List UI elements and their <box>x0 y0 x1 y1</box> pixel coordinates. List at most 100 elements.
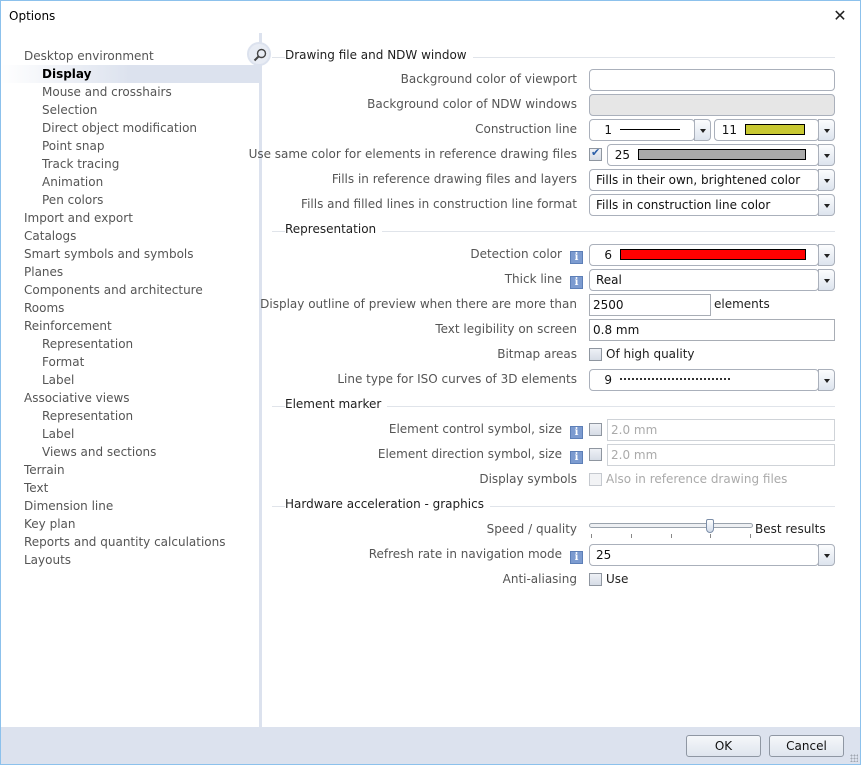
row-detection-color: Detection color i 6 <box>262 244 860 266</box>
same-color-dropdown[interactable]: 25 <box>607 144 835 166</box>
ok-button[interactable]: OK <box>686 735 761 757</box>
control-symbol-size-input[interactable]: 2.0 mm <box>607 419 835 441</box>
info-icon[interactable]: i <box>570 276 583 289</box>
sidebar-item[interactable]: Label <box>1 371 259 389</box>
resize-grip[interactable] <box>850 754 858 762</box>
chevron-down-icon[interactable] <box>818 169 835 191</box>
sidebar-item[interactable]: Pen colors <box>1 191 259 209</box>
sidebar-item[interactable]: Components and architecture <box>1 281 259 299</box>
bitmap-high-quality-checkbox[interactable] <box>589 348 602 361</box>
row-outline-preview: Display outline of preview when there ar… <box>260 294 860 316</box>
sidebar-item[interactable]: Point snap <box>1 137 259 155</box>
row-anti-aliasing: Anti-aliasing Use <box>262 569 860 591</box>
construction-line-label: Construction line <box>475 122 577 136</box>
color-swatch <box>638 149 806 160</box>
section-title: Representation <box>285 222 383 236</box>
direction-symbol-checkbox[interactable] <box>589 448 602 461</box>
cancel-button[interactable]: Cancel <box>769 735 844 757</box>
sidebar-item[interactable]: Label <box>1 425 259 443</box>
sidebar-item[interactable]: Direct object modification <box>1 119 259 137</box>
sidebar-item[interactable]: Views and sections <box>1 443 259 461</box>
chevron-down-icon[interactable] <box>818 369 835 391</box>
chevron-down-icon[interactable] <box>818 194 835 216</box>
section-hardware-header: Hardware acceleration - graphics <box>262 497 847 515</box>
fills-ref-dropdown[interactable]: Fills in their own, brightened color <box>589 169 835 191</box>
sidebar-item[interactable]: Planes <box>1 263 259 281</box>
thick-line-dropdown[interactable]: Real <box>589 269 835 291</box>
info-icon[interactable]: i <box>570 426 583 439</box>
sidebar-item[interactable]: Representation <box>1 335 259 353</box>
info-icon[interactable]: i <box>570 451 583 464</box>
sidebar-item[interactable]: Reports and quantity calculations <box>1 533 259 551</box>
label-text: Element direction symbol, size <box>377 447 562 461</box>
color-value: 6 <box>604 248 612 262</box>
slider-tick <box>670 534 672 538</box>
same-color-label: Use same color for elements in reference… <box>248 147 577 161</box>
display-symbols-checkbox[interactable] <box>589 473 602 486</box>
chevron-down-icon[interactable] <box>818 119 835 141</box>
chevron-down-icon[interactable] <box>818 544 835 566</box>
section-title: Element marker <box>285 397 388 411</box>
sidebar-item[interactable]: Selection <box>1 101 259 119</box>
close-icon[interactable]: ✕ <box>828 5 852 27</box>
sidebar-item[interactable]: Smart symbols and symbols <box>1 245 259 263</box>
best-results-label: Best results <box>755 522 826 536</box>
fills-construction-value: Fills in construction line color <box>589 194 819 216</box>
outline-preview-label: Display outline of preview when there ar… <box>260 297 577 311</box>
sidebar-item[interactable]: Catalogs <box>1 227 259 245</box>
same-color-checkbox[interactable] <box>589 146 602 161</box>
iso-line-type-dropdown[interactable]: 9 <box>589 369 835 391</box>
refresh-rate-dropdown[interactable]: 25 <box>589 544 835 566</box>
construction-line-color-dropdown[interactable]: 11 <box>714 119 835 141</box>
section-title: Drawing file and NDW window <box>285 48 473 62</box>
sidebar-item[interactable]: Text <box>1 479 259 497</box>
fills-construction-dropdown[interactable]: Fills in construction line color <box>589 194 835 216</box>
sidebar-item[interactable]: Desktop environment <box>1 47 259 65</box>
anti-aliasing-use-label[interactable]: Use <box>606 572 628 586</box>
bg-ndw-color-field[interactable] <box>589 94 835 116</box>
sidebar-item[interactable]: Layouts <box>1 551 259 569</box>
slider-tick <box>591 534 592 538</box>
bitmap-high-quality-label[interactable]: Of high quality <box>606 347 695 361</box>
chevron-down-icon[interactable] <box>818 144 835 166</box>
control-symbol-label: Element control symbol, size i <box>389 422 583 439</box>
sidebar-item[interactable]: Format <box>1 353 259 371</box>
color-value: 11 <box>721 123 737 137</box>
sidebar-item[interactable]: Dimension line <box>1 497 259 515</box>
anti-aliasing-checkbox[interactable] <box>589 573 602 586</box>
detection-color-dropdown[interactable]: 6 <box>589 244 835 266</box>
text-legibility-input[interactable]: 0.8 mm <box>589 319 835 341</box>
sidebar-item[interactable]: Animation <box>1 173 259 191</box>
speed-quality-slider[interactable] <box>589 519 753 541</box>
sidebar: Desktop environment Display Mouse and cros… <box>1 41 259 752</box>
elements-suffix: elements <box>714 297 770 311</box>
sidebar-item[interactable]: Representation <box>1 407 259 425</box>
control-symbol-checkbox[interactable] <box>589 423 602 436</box>
info-icon[interactable]: i <box>570 251 583 264</box>
bg-viewport-color-field[interactable] <box>589 69 835 91</box>
row-bg-ndw: Background color of NDW windows <box>262 94 860 116</box>
sidebar-item[interactable]: Import and export <box>1 209 259 227</box>
info-icon[interactable]: i <box>570 551 583 564</box>
slider-tick <box>710 534 712 538</box>
direction-symbol-size-input[interactable]: 2.0 mm <box>607 444 835 466</box>
line-type-value: 1 <box>604 123 612 137</box>
sidebar-item[interactable]: Rooms <box>1 299 259 317</box>
sidebar-item[interactable]: Reinforcement <box>1 317 259 335</box>
sidebar-item[interactable]: Mouse and crosshairs <box>1 83 259 101</box>
chevron-down-icon[interactable] <box>694 119 711 141</box>
slider-thumb[interactable] <box>706 519 715 533</box>
construction-line-type-dropdown[interactable]: 1 <box>589 119 711 141</box>
sidebar-item[interactable]: Associative views <box>1 389 259 407</box>
outline-preview-input[interactable]: 2500 <box>589 294 711 316</box>
color-value: 25 <box>614 148 630 162</box>
dialog-footer: OK Cancel <box>1 727 860 764</box>
sidebar-item[interactable]: Track tracing <box>1 155 259 173</box>
speed-quality-label: Speed / quality <box>486 522 577 536</box>
sidebar-item[interactable]: Display <box>1 65 259 83</box>
sidebar-item[interactable]: Key plan <box>1 515 259 533</box>
chevron-down-icon[interactable] <box>818 269 835 291</box>
sidebar-item[interactable]: Terrain <box>1 461 259 479</box>
chevron-down-icon[interactable] <box>818 244 835 266</box>
slider-track[interactable] <box>589 523 753 528</box>
